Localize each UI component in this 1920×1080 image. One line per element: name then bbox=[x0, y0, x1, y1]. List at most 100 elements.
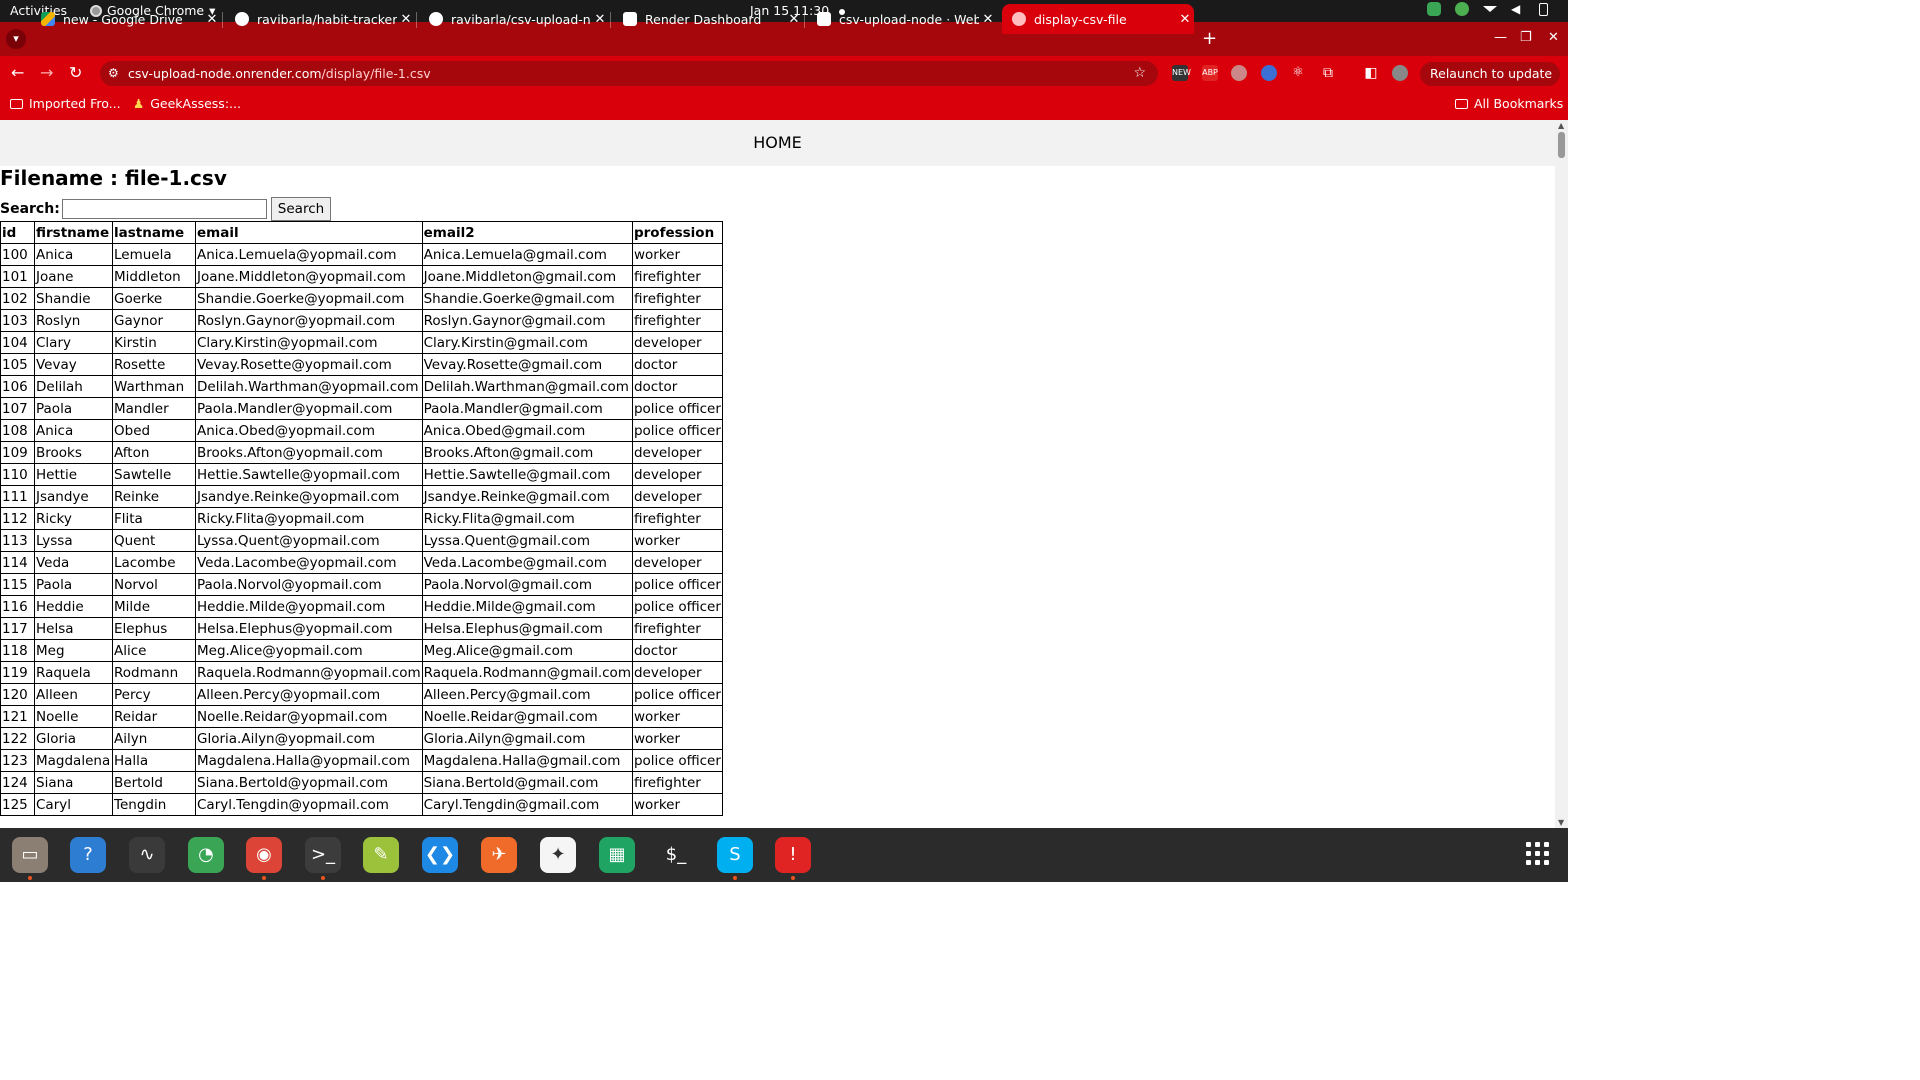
cell-email: Clary.Kirstin@yopmail.com bbox=[195, 331, 423, 354]
cell-email: Brooks.Afton@yopmail.com bbox=[195, 441, 423, 464]
new-badge-extension-icon[interactable]: NEW bbox=[1172, 65, 1191, 81]
cell-email2: Veda.Lacombe@gmail.com bbox=[421, 551, 633, 574]
search-button[interactable]: Search bbox=[270, 197, 332, 221]
search-input[interactable] bbox=[61, 199, 267, 219]
cell-email2: Roslyn.Gaynor@gmail.com bbox=[421, 309, 633, 332]
scrollbar-thumb[interactable] bbox=[1558, 132, 1565, 158]
close-icon[interactable]: ✕ bbox=[591, 12, 609, 27]
system-monitor-icon[interactable]: ∿ bbox=[129, 837, 165, 873]
spreadsheet-icon[interactable]: ▦ bbox=[599, 837, 635, 873]
cell-profession: developer bbox=[631, 331, 723, 354]
tab-render-dashboard[interactable]: Render Dashboard ✕ bbox=[613, 4, 803, 34]
shell-icon[interactable]: $_ bbox=[658, 837, 694, 873]
cell-id: 115 bbox=[0, 573, 35, 596]
close-window-icon[interactable]: ✕ bbox=[1548, 30, 1559, 45]
cell-email: Delilah.Warthman@yopmail.com bbox=[195, 375, 423, 398]
cell-lastname: Milde bbox=[112, 595, 196, 618]
cell-id: 109 bbox=[0, 441, 35, 464]
cell-email2: Helsa.Elephus@gmail.com bbox=[421, 617, 633, 640]
postman-icon[interactable]: ✈ bbox=[481, 837, 517, 873]
tab-display-csv-file[interactable]: display-csv-file ✕ bbox=[1002, 4, 1194, 34]
cell-email2: Shandie.Goerke@gmail.com bbox=[421, 287, 633, 310]
vscode-icon[interactable]: ❮❯ bbox=[422, 837, 458, 873]
table-row: 116 Heddie Milde Heddie.Milde@yopmail.com He… bbox=[0, 595, 723, 618]
filename-heading: Filename : file-1.csv bbox=[0, 166, 227, 190]
close-icon[interactable]: ✕ bbox=[785, 12, 803, 27]
cell-lastname: Elephus bbox=[112, 617, 196, 640]
address-bar[interactable]: ⚙ csv-upload-node.onrender.com/display/f… bbox=[100, 61, 1158, 86]
cell-email: Jsandye.Reinke@yopmail.com bbox=[195, 485, 423, 508]
volume-icon[interactable]: ◀ bbox=[1511, 2, 1525, 16]
cell-firstname: Anica bbox=[34, 419, 113, 442]
tab-csv-upload-web[interactable]: csv-upload-node · Web ✕ bbox=[807, 4, 997, 34]
close-icon[interactable]: ✕ bbox=[979, 12, 997, 27]
cell-firstname: Raquela bbox=[34, 661, 113, 684]
cell-lastname: Tengdin bbox=[112, 793, 196, 816]
update-tray-icon[interactable] bbox=[1427, 2, 1441, 16]
tab-habit-tracker[interactable]: ravibarla/habit-tracker-4 ✕ bbox=[225, 4, 415, 34]
extension-blue-icon[interactable] bbox=[1261, 65, 1277, 81]
close-icon[interactable]: ✕ bbox=[397, 12, 415, 27]
cell-firstname: Heddie bbox=[34, 595, 113, 618]
cell-profession: firefighter bbox=[631, 771, 723, 794]
extension-face-icon[interactable] bbox=[1231, 65, 1247, 81]
tab-label: Render Dashboard bbox=[645, 11, 762, 27]
cell-email: Heddie.Milde@yopmail.com bbox=[195, 595, 423, 618]
relaunch-label: Relaunch to update bbox=[1430, 66, 1553, 81]
table-row: 117 Helsa Elephus Helsa.Elephus@yopmail.com… bbox=[0, 617, 723, 640]
reload-icon[interactable]: ↻ bbox=[69, 63, 82, 82]
page-scrollbar[interactable]: ▲ ▼ bbox=[1555, 120, 1568, 828]
clock-app-icon[interactable]: ◔ bbox=[188, 837, 224, 873]
close-icon[interactable]: ✕ bbox=[1176, 12, 1194, 27]
battery-icon[interactable] bbox=[1539, 2, 1548, 16]
scroll-down-arrow-icon[interactable]: ▼ bbox=[1558, 818, 1564, 827]
terminal-icon[interactable]: >_ bbox=[305, 837, 341, 873]
bookmark-geekassess[interactable]: ♟ GeekAssess:... bbox=[133, 96, 241, 111]
column-header-profession: profession bbox=[631, 221, 723, 244]
gimp-icon[interactable]: ✦ bbox=[540, 837, 576, 873]
forward-arrow-icon[interactable]: → bbox=[40, 63, 53, 82]
help-icon[interactable]: ? bbox=[70, 837, 106, 873]
cell-id: 117 bbox=[0, 617, 35, 640]
back-arrow-icon[interactable]: ← bbox=[11, 63, 24, 82]
updater-icon[interactable]: ! bbox=[775, 837, 811, 873]
minimize-icon[interactable]: — bbox=[1494, 30, 1507, 45]
cell-email2: Clary.Kirstin@gmail.com bbox=[421, 331, 633, 354]
cell-profession: developer bbox=[631, 661, 723, 684]
bookmark-imported[interactable]: Imported Fro... bbox=[10, 96, 121, 111]
react-devtools-icon[interactable]: ⚛ bbox=[1290, 65, 1306, 81]
folder-icon bbox=[1455, 98, 1468, 109]
bookmark-star-icon[interactable]: ☆ bbox=[1133, 65, 1146, 81]
cell-lastname: Percy bbox=[112, 683, 196, 706]
extensions-puzzle-icon[interactable]: ⧉ bbox=[1320, 65, 1336, 81]
extension-tray-icon[interactable] bbox=[1455, 2, 1469, 16]
column-header-email2: email2 bbox=[421, 221, 633, 244]
side-panel-icon[interactable]: ◧ bbox=[1363, 65, 1379, 81]
scroll-up-arrow-icon[interactable]: ▲ bbox=[1558, 121, 1564, 130]
text-editor-icon[interactable]: ✎ bbox=[363, 837, 399, 873]
system-tray[interactable]: ◀ bbox=[1427, 2, 1548, 16]
skype-icon[interactable]: S bbox=[717, 837, 753, 873]
cell-id: 107 bbox=[0, 397, 35, 420]
cell-id: 116 bbox=[0, 595, 35, 618]
cell-id: 119 bbox=[0, 661, 35, 684]
files-icon[interactable]: ▭ bbox=[12, 837, 48, 873]
table-row: 103 Roslyn Gaynor Roslyn.Gaynor@yopmail.com… bbox=[0, 309, 723, 332]
new-tab-plus-icon[interactable]: + bbox=[1202, 28, 1217, 49]
tab-search-chevron-icon[interactable]: ▾ bbox=[6, 29, 26, 49]
tab-divider bbox=[610, 12, 611, 28]
wifi-icon[interactable] bbox=[1483, 6, 1497, 12]
tab-csv-upload-repo[interactable]: ravibarla/csv-upload-no ✕ bbox=[419, 4, 609, 34]
cell-email2: Caryl.Tengdin@gmail.com bbox=[421, 793, 633, 816]
restore-icon[interactable]: ❐ bbox=[1520, 30, 1532, 45]
tab-google-drive[interactable]: new - Google Drive ✕ bbox=[31, 4, 221, 34]
profile-avatar[interactable] bbox=[1392, 65, 1408, 81]
show-apps-grid-icon[interactable] bbox=[1526, 842, 1550, 866]
close-icon[interactable]: ✕ bbox=[203, 12, 221, 27]
home-link[interactable]: HOME bbox=[753, 133, 802, 152]
adblock-plus-icon[interactable]: ABP bbox=[1202, 65, 1218, 81]
all-bookmarks[interactable]: All Bookmarks bbox=[1455, 96, 1563, 111]
site-info-icon[interactable]: ⚙ bbox=[108, 66, 119, 80]
relaunch-button[interactable]: Relaunch to update ⋮ bbox=[1420, 62, 1560, 105]
chrome-icon[interactable]: ◉ bbox=[246, 837, 282, 873]
